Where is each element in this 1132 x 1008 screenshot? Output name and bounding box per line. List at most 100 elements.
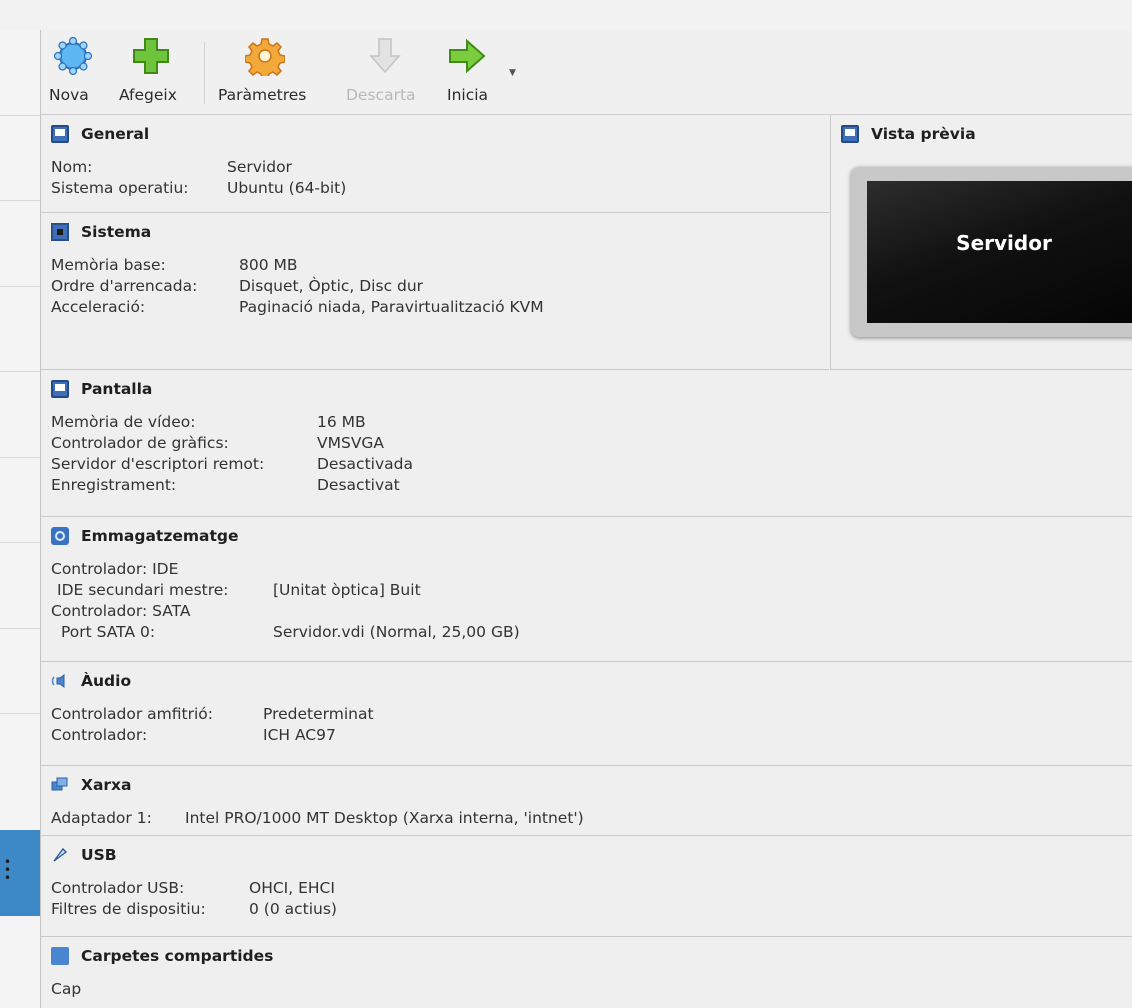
detail-row: Nom: Servidor — [51, 157, 292, 178]
section-title: Sistema — [81, 223, 152, 241]
folder-icon — [51, 947, 69, 965]
detail-row: Sistema operatiu: Ubuntu (64-bit) — [51, 178, 346, 199]
usb-icon — [53, 847, 68, 862]
detail-row: Filtres de dispositiu: 0 (0 actius) — [51, 899, 337, 920]
start-label: Inicia — [447, 86, 489, 104]
preview-display: Servidor — [867, 181, 1132, 323]
detail-key: Controlador: IDE — [51, 560, 179, 578]
settings-button[interactable]: Paràmetres — [217, 30, 327, 114]
green-right-arrow-icon — [449, 38, 486, 74]
detail-value: Ubuntu (64-bit) — [227, 179, 347, 197]
detail-value: Paginació niada, Paravirtualització KVM — [239, 298, 544, 316]
section-title: Emmagatzematge — [81, 527, 239, 545]
detail-row: Acceleració: Paginació niada, Paravirtual… — [51, 297, 544, 318]
green-plus-icon — [133, 38, 169, 74]
section-audio: Àudio Controlador amfitrió: Predeterminat… — [41, 662, 1132, 766]
detail-row: Controlador USB: OHCI, EHCI — [51, 878, 335, 899]
add-button[interactable]: Afegeix — [115, 30, 191, 114]
section-header[interactable]: Xarxa — [51, 775, 132, 795]
detail-row: Memòria de vídeo: 16 MB — [51, 412, 366, 433]
detail-key: Ordre d'arrencada: — [51, 277, 198, 295]
monitor-icon — [51, 380, 69, 398]
vm-list-strip: • • • — [0, 30, 40, 1008]
section-rows: Nom: Servidor Sistema operatiu: Ubuntu (64… — [51, 157, 346, 199]
detail-key: Nom: — [51, 158, 93, 176]
monitor-icon — [841, 125, 859, 143]
section-title: General — [81, 125, 150, 143]
section-general: General Nom: Servidor Sistema operatiu: Ub… — [41, 115, 829, 213]
discard-button[interactable]: Descarta — [341, 30, 433, 114]
vm-menu-dots-icon[interactable]: • • • — [4, 856, 11, 884]
section-display: Pantalla Memòria de vídeo: 16 MB Controla… — [41, 370, 1132, 517]
section-header[interactable]: Vista prèvia — [841, 124, 976, 144]
detail-value: OHCI, EHCI — [249, 879, 335, 897]
start-dropdown-caret-icon[interactable]: ▼ — [509, 68, 516, 78]
list-divider — [0, 457, 40, 458]
section-rows: Controlador USB: OHCI, EHCI Filtres de di… — [51, 878, 337, 920]
window-top-strip — [0, 0, 1132, 30]
new-star-icon — [53, 36, 93, 76]
list-divider — [0, 542, 40, 543]
detail-value: 800 MB — [239, 256, 298, 274]
section-rows: Controlador: IDE IDE secundari mestre: [U… — [51, 559, 520, 643]
section-header[interactable]: Carpetes compartides — [51, 946, 273, 966]
detail-row: Enregistrament: Desactivat — [51, 475, 400, 496]
detail-key: Memòria base: — [51, 256, 166, 274]
detail-key: Controlador: — [51, 726, 148, 744]
detail-value: Intel PRO/1000 MT Desktop (Xarxa interna… — [185, 809, 584, 827]
network-icon — [51, 777, 68, 791]
storage-disk-icon — [51, 527, 69, 545]
monitor-icon — [51, 125, 69, 143]
speaker-icon — [51, 674, 65, 688]
start-button[interactable]: Inicia — [441, 30, 505, 114]
detail-value: 16 MB — [317, 413, 366, 431]
section-header[interactable]: General — [51, 124, 149, 144]
detail-value: ICH AC97 — [263, 726, 336, 744]
section-header[interactable]: Pantalla — [51, 379, 152, 399]
section-title: Carpetes compartides — [81, 947, 274, 965]
section-header[interactable]: USB — [51, 845, 117, 865]
detail-row: Ordre d'arrencada: Disquet, Òptic, Disc d… — [51, 276, 423, 297]
detail-key: Controlador de gràfics: — [51, 434, 229, 452]
new-button[interactable]: Nova — [47, 30, 99, 114]
preview-screen: Servidor — [851, 167, 1132, 337]
toolbar: Nova Afegeix Paràmetres Descarta Inicia … — [41, 30, 1132, 115]
section-title: Xarxa — [81, 776, 132, 794]
section-system: Sistema Memòria base: 800 MB Ordre d'arre… — [41, 213, 829, 370]
detail-value: Servidor — [227, 158, 292, 176]
detail-value: [Unitat òptica] Buit — [273, 581, 421, 599]
detail-value: Predeterminat — [263, 705, 374, 723]
detail-row: Controlador: IDE — [51, 559, 229, 580]
section-header[interactable]: Àudio — [51, 671, 131, 691]
detail-key: Cap — [51, 980, 82, 998]
detail-value: 0 (0 actius) — [249, 900, 337, 918]
list-divider — [0, 115, 40, 116]
list-divider — [0, 628, 40, 629]
detail-key: Acceleració: — [51, 298, 146, 316]
preview-pane: Vista prèvia Servidor — [830, 115, 1132, 370]
toolbar-separator — [204, 42, 205, 104]
detail-key: Controlador USB: — [51, 879, 185, 897]
detail-key: IDE secundari mestre: — [57, 581, 229, 599]
discard-label: Descarta — [346, 86, 416, 104]
detail-row: Port SATA 0: Servidor.vdi (Normal, 25,00 … — [51, 622, 520, 643]
detail-value: Servidor.vdi (Normal, 25,00 GB) — [273, 623, 520, 641]
new-label: Nova — [49, 86, 89, 104]
detail-row: Controlador: SATA — [51, 601, 229, 622]
chip-icon — [51, 223, 69, 241]
section-title: Àudio — [81, 672, 132, 690]
section-network: Xarxa Adaptador 1: Intel PRO/1000 MT Desk… — [41, 766, 1132, 836]
detail-row: Controlador de gràfics: VMSVGA — [51, 433, 384, 454]
detail-row: Memòria base: 800 MB — [51, 255, 298, 276]
detail-key: Memòria de vídeo: — [51, 413, 196, 431]
detail-value: Desactivada — [317, 455, 413, 473]
down-arrow-icon — [369, 38, 401, 74]
detail-key: Controlador: SATA — [51, 602, 191, 620]
detail-row: Controlador: ICH AC97 — [51, 725, 336, 746]
section-header[interactable]: Sistema — [51, 222, 151, 242]
list-divider — [0, 286, 40, 287]
section-usb: USB Controlador USB: OHCI, EHCI Filtres d… — [41, 836, 1132, 937]
detail-key: Port SATA 0: — [61, 623, 156, 641]
section-header[interactable]: Emmagatzematge — [51, 526, 238, 546]
detail-value: Disquet, Òptic, Disc dur — [239, 277, 424, 295]
